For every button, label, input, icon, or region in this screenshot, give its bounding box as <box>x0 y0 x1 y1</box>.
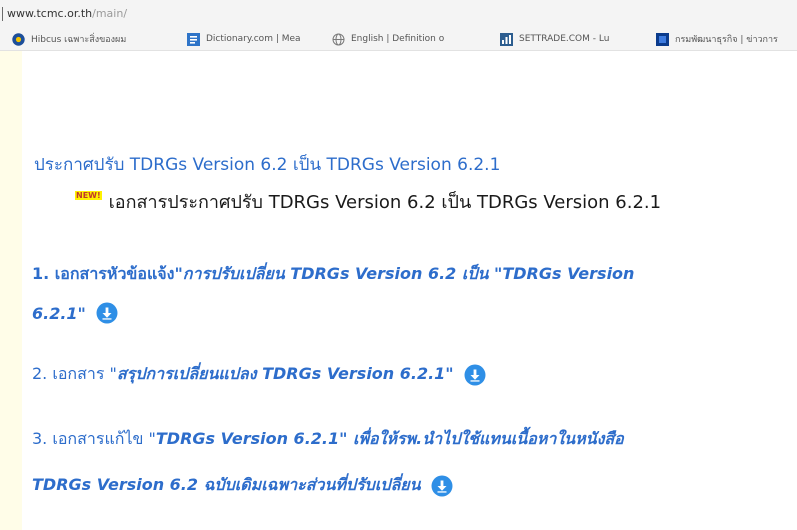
dictionary-icon <box>187 32 200 46</box>
new-badge: NEW! <box>75 191 102 200</box>
bookmark-english-definition[interactable]: English | Definition o <box>332 31 490 47</box>
bookmark-dbd[interactable]: กรมพัฒนาธุรกิจ | ข่าวการ <box>656 31 796 47</box>
hibiscus-icon <box>12 32 25 46</box>
url-domain: www.tcmc.or.th <box>7 7 93 20</box>
item1-link-continued[interactable]: 6.2.1" <box>32 302 118 324</box>
content-panel: ประกาศปรับ TDRGs Version 6.2 เป็น TDRGs … <box>22 51 797 530</box>
download-icon[interactable] <box>96 302 118 324</box>
url-path: /main/ <box>92 7 128 20</box>
page-content: ประกาศปรับ TDRGs Version 6.2 เป็น TDRGs … <box>0 51 797 530</box>
bookmark-icon <box>656 32 669 46</box>
announcement-link[interactable]: ประกาศปรับ TDRGs Version 6.2 เป็น TDRGs … <box>34 151 500 178</box>
item1-prefix: 1. เอกสารหัวข้อแจ้ง <box>32 264 175 283</box>
new-document-label: เอกสารประกาศปรับ TDRGs Version 6.2 เป็น … <box>108 192 662 213</box>
item1-quote: "การปรับเปลี่ยน TDRGs Version 6.2 เป็น "… <box>174 264 635 283</box>
bookmark-label: English | Definition o <box>351 34 445 44</box>
bookmark-settrade[interactable]: SETTRADE.COM - Lu <box>500 31 642 47</box>
download-icon[interactable] <box>431 475 453 497</box>
bookmark-hibiscus[interactable]: Hibcus เฉพาะสิ่งของผม <box>12 31 177 47</box>
item3-prefix: 3. เอกสารแก้ไข " <box>32 429 156 448</box>
new-document-link[interactable]: NEW! เอกสารประกาศปรับ TDRGs Version 6.2 … <box>75 187 661 216</box>
bookmark-label: Dictionary.com | Mea <box>206 34 301 44</box>
item3-title: TDRGs Version 6.2.1" เพื่อให้รพ.นำไปใช้แ… <box>155 429 624 448</box>
bookmark-dictionary[interactable]: Dictionary.com | Mea <box>187 31 322 47</box>
item1-quote-end: 6.2.1" <box>32 303 86 323</box>
item2-prefix: 2. เอกสาร " <box>32 364 117 383</box>
item3-link-continued[interactable]: TDRGs Version 6.2 ฉบับเดิมเฉพาะส่วนที่ปร… <box>32 473 453 498</box>
download-icon[interactable] <box>464 364 486 386</box>
item2-title: สรุปการเปลี่ยนแปลง TDRGs Version 6.2.1" <box>116 364 454 383</box>
item3-link[interactable]: 3. เอกสารแก้ไข "TDRGs Version 6.2.1" เพื… <box>32 427 624 452</box>
settrade-icon <box>500 32 513 46</box>
globe-icon <box>332 33 345 46</box>
address-bar[interactable]: www.tcmc.or.th/main/ <box>0 0 797 28</box>
address-url[interactable]: www.tcmc.or.th/main/ <box>7 7 127 20</box>
bookmarks-bar: Hibcus เฉพาะสิ่งของผม Dictionary.com | M… <box>0 28 797 51</box>
bookmark-label: SETTRADE.COM - Lu <box>519 34 610 44</box>
item1-link[interactable]: 1. เอกสารหัวข้อแจ้ง"การปรับเปลี่ยน TDRGs… <box>32 262 634 287</box>
bookmark-label: กรมพัฒนาธุรกิจ | ข่าวการ <box>675 35 778 45</box>
bookmark-label: Hibcus เฉพาะสิ่งของผม <box>31 35 127 45</box>
item3-continued: TDRGs Version 6.2 ฉบับเดิมเฉพาะส่วนที่ปร… <box>32 475 421 494</box>
text-cursor <box>2 7 3 21</box>
item2-link[interactable]: 2. เอกสาร " สรุปการเปลี่ยนแปลง TDRGs Vers… <box>32 362 486 387</box>
